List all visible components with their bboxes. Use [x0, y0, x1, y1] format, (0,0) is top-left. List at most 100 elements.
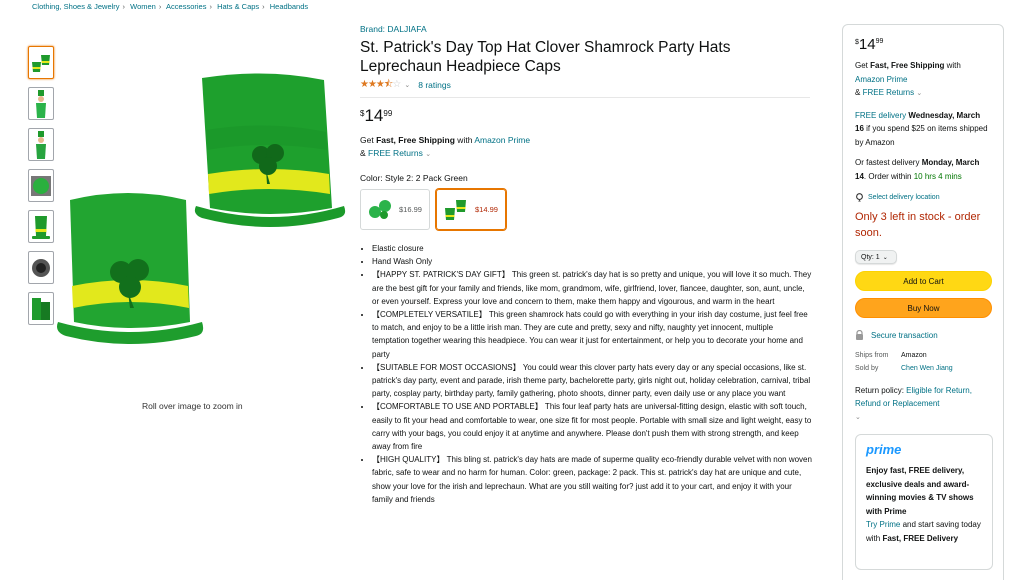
quantity-value: Qty: 1	[861, 253, 880, 261]
feature-bullets: Elastic closure Hand Wash Only 【HAPPY ST…	[372, 242, 812, 506]
model-photo-icon	[36, 89, 46, 118]
ship-with: with	[944, 61, 961, 70]
fastest-mid: . Order within	[863, 171, 914, 181]
list-item: 【COMFORTABLE TO USE AND PORTABLE】 This f…	[372, 400, 812, 453]
shipping-info: Get Fast, Free Shipping with Amazon Prim…	[360, 134, 812, 161]
list-item: 【HIGH QUALITY】 This bling st. patrick's …	[372, 453, 812, 506]
breadcrumb-link[interactable]: Hats & Caps	[217, 2, 259, 11]
select-delivery-location-link[interactable]: Select delivery location	[868, 194, 940, 201]
free-delivery-link[interactable]: FREE delivery	[855, 111, 906, 120]
two-leprechaun-hats-image	[57, 73, 346, 344]
price-whole: 14	[858, 36, 876, 53]
quantity-select[interactable]: Qty: 1 ⌄	[855, 250, 897, 264]
thumbnail-hat-closeup[interactable]	[28, 169, 54, 202]
breadcrumb-separator: ›	[122, 2, 126, 11]
clover-hats-icon	[369, 199, 391, 219]
thumbnail-hat-top-view[interactable]	[28, 251, 54, 284]
thumbnail-hat-detail[interactable]	[28, 292, 54, 325]
secure-transaction-label: Secure transaction	[871, 330, 938, 340]
amazon-prime-link[interactable]: Amazon Prime	[474, 135, 530, 145]
seller-link[interactable]: Chen Wen Jiang	[901, 365, 953, 372]
shipping-bold: Fast, Free Shipping	[376, 135, 455, 145]
thumbnail-model-photo[interactable]	[28, 87, 54, 120]
chevron-down-icon[interactable]: ⌄	[855, 414, 861, 421]
ship-prefix: Get	[855, 61, 871, 70]
price-fraction: 99	[383, 109, 393, 118]
breadcrumb-link[interactable]: Clothing, Shoes & Jewelry	[32, 2, 120, 11]
hat-single-icon	[32, 215, 50, 239]
buy-now-button[interactable]: Buy Now	[855, 298, 992, 318]
product-price: $ 14 99	[360, 107, 812, 125]
thumbnail-two-hats[interactable]	[28, 46, 54, 79]
swatch-style-2[interactable]: $14.99	[436, 189, 506, 230]
amazon-prime-link[interactable]: Amazon Prime	[855, 75, 907, 84]
breadcrumb-link[interactable]: Accessories	[166, 2, 206, 11]
thumbnail-hat-single[interactable]	[28, 210, 54, 243]
swatch-price: $16.99	[399, 205, 422, 214]
list-item: 【COMPLETELY VERSATILE】 This green shamro…	[372, 308, 812, 361]
stock-status: Only 3 left in stock - order soon.	[855, 211, 981, 239]
return-policy-label: Return policy:	[855, 386, 907, 395]
returns-prefix: &	[360, 148, 369, 158]
color-label: Color:	[360, 173, 386, 183]
secure-transaction[interactable]: Secure transaction	[855, 330, 991, 340]
add-to-cart-button[interactable]: Add to Cart	[855, 271, 992, 291]
product-title: St. Patrick's Day Top Hat Clover Shamroc…	[360, 39, 731, 75]
list-item: 【HAPPY ST. PATRICK'S DAY GIFT】 This gree…	[372, 268, 812, 308]
free-returns-link[interactable]: FREE Returns	[368, 148, 423, 158]
model-photo-icon	[36, 130, 46, 159]
thumbnail-model-photo-2[interactable]	[28, 128, 54, 161]
breadcrumb-separator: ›	[209, 2, 212, 11]
prime-promo-bold-2: Fast, FREE Delivery	[882, 533, 959, 543]
ship-bold: Fast, Free Shipping	[870, 61, 945, 70]
fastest-prefix: Or fastest delivery	[855, 158, 922, 167]
rating-row: ★★★⯪☆ ⌄ 8 ratings	[360, 79, 812, 91]
main-product-image[interactable]	[56, 60, 356, 350]
fastest-delivery-info: Or fastest delivery Monday, March 14. Or…	[855, 156, 991, 183]
returns-prefix: &	[855, 88, 863, 97]
return-policy: Return policy: Eligible for Return, Refu…	[855, 384, 991, 424]
shipping-prefix: Get	[360, 135, 377, 145]
chevron-down-icon[interactable]: ⌄	[404, 81, 410, 89]
chevron-down-icon: ⌄	[882, 254, 888, 261]
breadcrumb-separator: ›	[158, 2, 162, 11]
divider	[360, 97, 810, 98]
swatch-style-1[interactable]: $16.99	[360, 189, 430, 230]
hat-top-view-icon	[32, 258, 50, 277]
chevron-down-icon[interactable]: ⌄	[425, 151, 431, 158]
prime-promo-text: Enjoy fast, FREE delivery, exclusive dea…	[866, 464, 982, 545]
chevron-down-icon[interactable]: ⌄	[916, 90, 922, 97]
ships-from-value: Amazon	[901, 352, 927, 359]
product-info: Brand: DALJIAFA St. Patrick's Day Top Ha…	[360, 24, 812, 506]
shipping-with: with	[454, 135, 475, 145]
ships-from-label: Ships from	[855, 352, 889, 359]
delivery-location[interactable]: Select delivery location	[855, 193, 991, 202]
list-item: Hand Wash Only	[372, 255, 812, 268]
price-whole: 14	[364, 106, 384, 125]
try-prime-link[interactable]: Try Prime	[866, 520, 900, 529]
sold-by-label: Sold by	[855, 365, 879, 372]
breadcrumb-link[interactable]: Headbands	[270, 2, 308, 11]
free-returns-link[interactable]: FREE Returns	[863, 88, 915, 97]
price-fraction: 99	[875, 38, 884, 45]
star-rating-icon[interactable]: ★★★⯪☆	[360, 77, 401, 94]
order-within-time: 10 hrs 4 mins	[913, 171, 962, 181]
breadcrumb: Clothing, Shoes & Jewelry › Women › Access…	[32, 2, 308, 11]
prime-promo: prime Enjoy fast, FREE delivery, exclusi…	[855, 434, 993, 570]
two-hats-icon	[32, 54, 50, 72]
buy-box: $ 14 99 Get Fast, Free Shipping with Ama…	[842, 24, 1004, 580]
hat-closeup-icon	[31, 175, 51, 196]
two-hats-icon	[445, 199, 466, 220]
breadcrumb-link[interactable]: Women	[130, 2, 156, 11]
list-item: 【SUITABLE FOR MOST OCCASIONS】 You could …	[372, 361, 812, 401]
swatch-price: $14.99	[475, 205, 498, 214]
buybox-shipping: Get Fast, Free Shipping with Amazon Prim…	[855, 59, 991, 101]
buybox-price: $ 14 99	[855, 37, 991, 53]
zoom-hint: Roll over image to zoom in	[142, 401, 243, 411]
list-item: Elastic closure	[372, 242, 812, 255]
ratings-count-link[interactable]: 8 ratings	[418, 80, 451, 90]
delivery-info: FREE delivery Wednesday, March 16 if you…	[855, 109, 991, 150]
seller-info: Ships from Amazon Sold by Chen Wen Jiang	[855, 349, 991, 375]
color-swatches: $16.99 $14.99	[360, 189, 812, 230]
brand-link[interactable]: Brand: DALJIAFA	[360, 24, 427, 34]
